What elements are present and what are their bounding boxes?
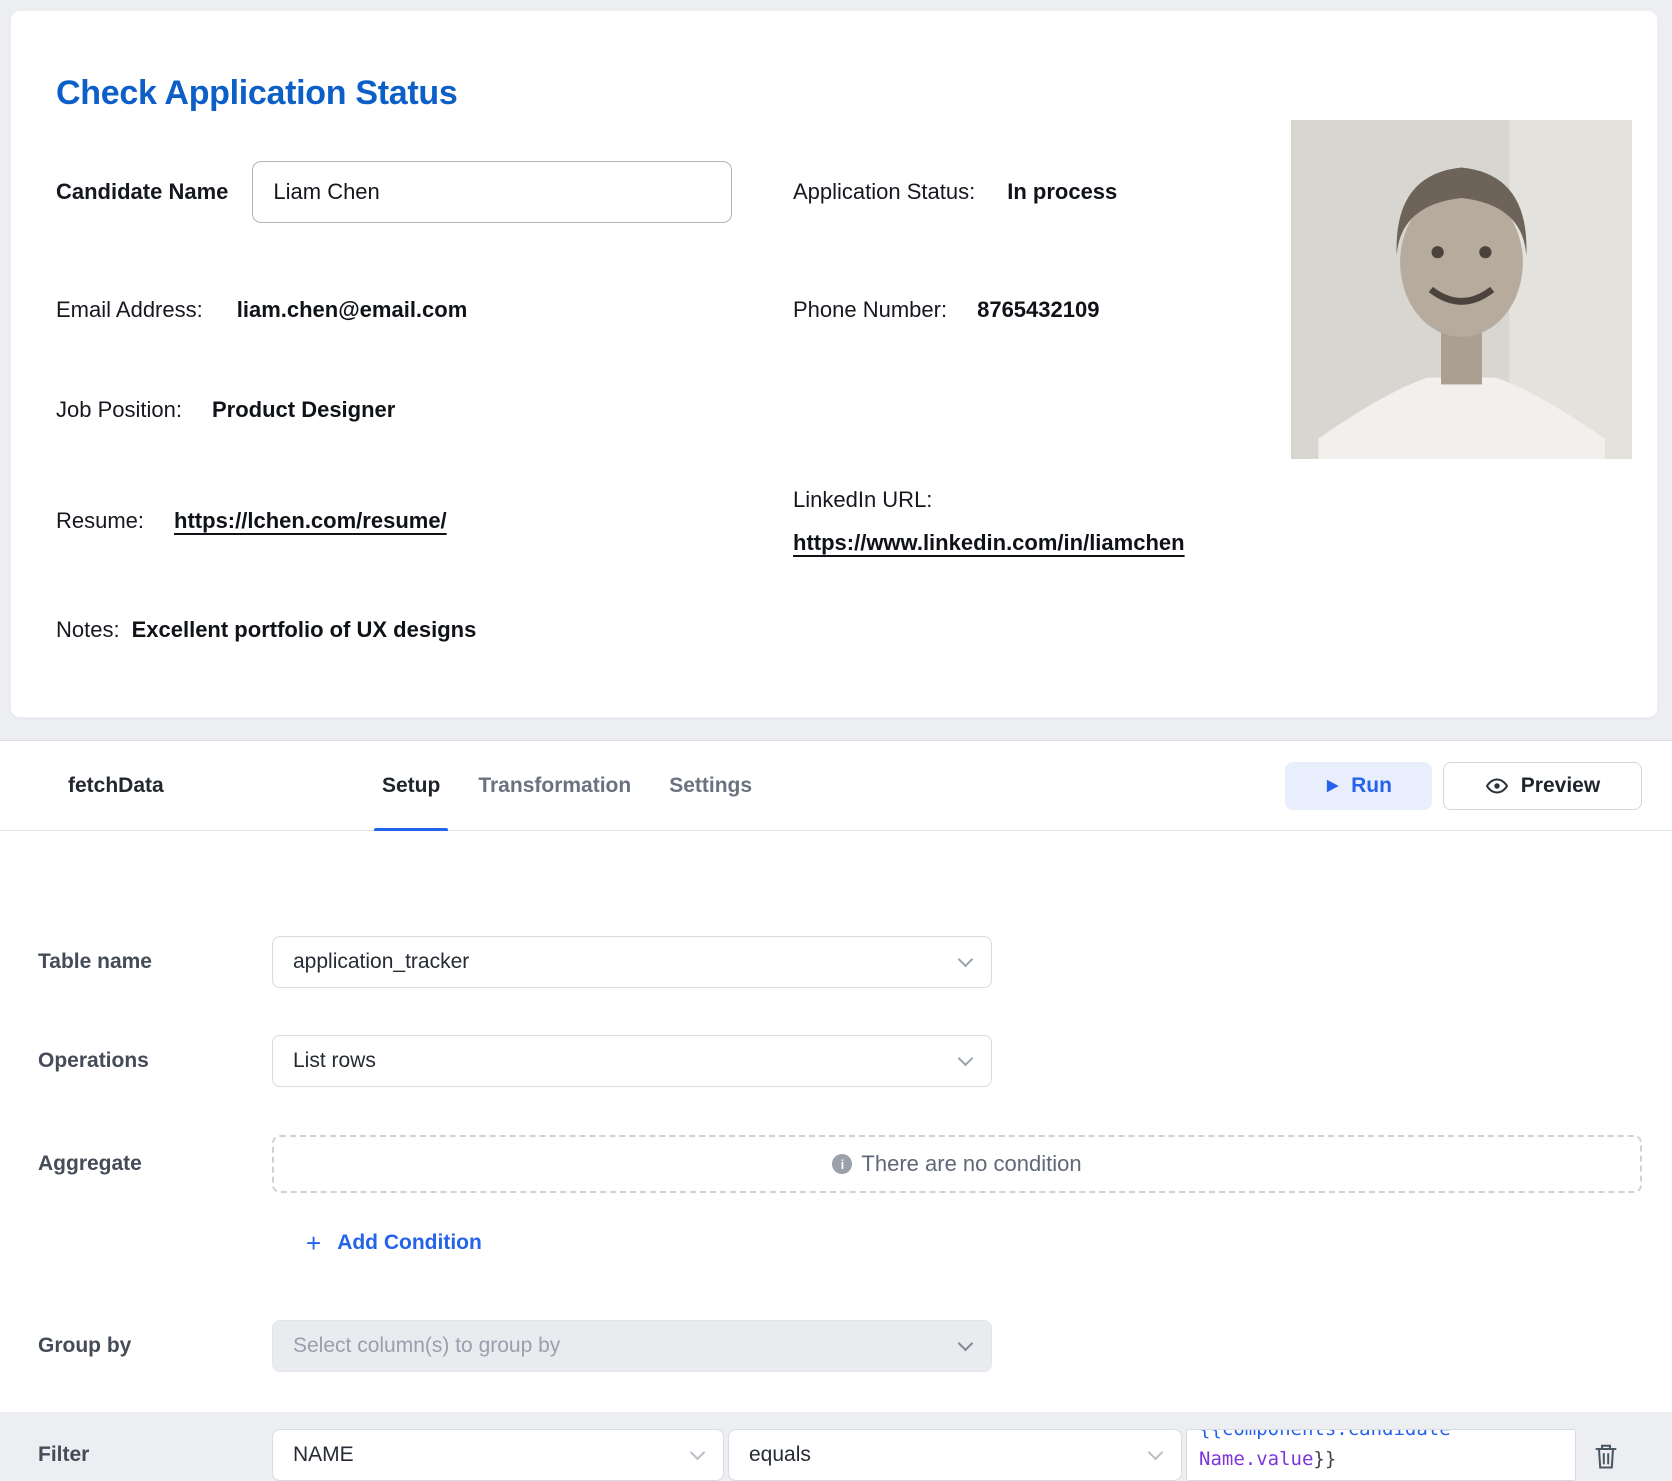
eye-icon (1485, 774, 1509, 798)
resume-link[interactable]: https://lchen.com/resume/ (174, 508, 447, 534)
filter-operator-select[interactable]: equals (728, 1429, 1182, 1481)
phone-label: Phone Number: (793, 297, 947, 323)
filter-value-code-editor[interactable]: {{components.candidate Name.value}} (1186, 1429, 1576, 1481)
application-status-card: Check Application Status Candidate Name … (10, 10, 1658, 718)
query-header: fetchData Setup Transformation Settings … (0, 741, 1672, 831)
chevron-down-icon (958, 1050, 974, 1066)
application-status-value: In process (1007, 179, 1117, 205)
phone-row: Phone Number: 8765432109 (793, 294, 1099, 326)
resume-label: Resume: (56, 508, 144, 534)
tab-setup[interactable]: Setup (382, 741, 440, 831)
query-setup-form: Table name application_tracker Operation… (0, 831, 1672, 1413)
portrait-placeholder-image (1291, 120, 1632, 459)
phone-value: 8765432109 (977, 297, 1099, 323)
candidate-name-row: Candidate Name (56, 161, 732, 223)
table-name-label: Table name (38, 936, 152, 988)
query-editor-panel: fetchData Setup Transformation Settings … (0, 740, 1672, 1412)
job-position-row: Job Position: Product Designer (56, 394, 395, 426)
chevron-down-icon (1148, 1444, 1164, 1460)
trash-icon (1594, 1443, 1618, 1470)
aggregate-empty-text: There are no condition (861, 1151, 1081, 1177)
email-label: Email Address: (56, 297, 203, 323)
run-button[interactable]: Run (1285, 762, 1432, 810)
linkedin-link[interactable]: https://www.linkedin.com/in/liamchen (793, 530, 1185, 556)
notes-value: Excellent portfolio of UX designs (132, 617, 477, 643)
aggregate-label: Aggregate (38, 1138, 142, 1190)
aggregate-empty-dropzone: i There are no condition (272, 1135, 1642, 1193)
add-condition-button[interactable]: + Add Condition (300, 1227, 488, 1259)
notes-row: Notes: Excellent portfolio of UX designs (56, 614, 476, 646)
group-by-select[interactable]: Select column(s) to group by (272, 1320, 992, 1372)
info-icon: i (832, 1154, 852, 1174)
candidate-photo (1291, 120, 1632, 459)
operations-label: Operations (38, 1035, 149, 1087)
delete-filter-button[interactable] (1592, 1442, 1620, 1470)
job-position-label: Job Position: (56, 397, 182, 423)
notes-label: Notes: (56, 617, 120, 643)
play-icon (1325, 778, 1340, 794)
linkedin-label: LinkedIn URL: (793, 484, 932, 516)
query-tabs: Setup Transformation Settings (382, 741, 752, 831)
chevron-down-icon (690, 1444, 706, 1460)
email-row: Email Address: liam.chen@email.com (56, 294, 467, 326)
tab-settings[interactable]: Settings (669, 741, 752, 831)
group-by-label: Group by (38, 1320, 131, 1372)
filter-value-code: {{components.candidate Name.value}} (1187, 1429, 1575, 1474)
table-name-select[interactable]: application_tracker (272, 936, 992, 988)
job-position-value: Product Designer (212, 397, 395, 423)
operations-select[interactable]: List rows (272, 1035, 992, 1087)
resume-row: Resume: https://lchen.com/resume/ (56, 505, 447, 537)
filter-label: Filter (38, 1429, 89, 1481)
tab-transformation[interactable]: Transformation (478, 741, 631, 831)
chevron-down-icon (958, 951, 974, 967)
page-title: Check Application Status (56, 74, 458, 113)
application-status-label: Application Status: (793, 179, 975, 205)
application-status-row: Application Status: In process (793, 161, 1117, 223)
query-name: fetchData (68, 741, 164, 831)
candidate-name-input[interactable] (252, 161, 732, 223)
plus-icon: + (306, 1230, 321, 1256)
candidate-name-label: Candidate Name (56, 179, 228, 205)
email-value: liam.chen@email.com (237, 297, 468, 323)
preview-button[interactable]: Preview (1443, 762, 1642, 810)
filter-column-select[interactable]: NAME (272, 1429, 724, 1481)
chevron-down-icon (958, 1335, 974, 1351)
linkedin-row: https://www.linkedin.com/in/liamchen (793, 527, 1185, 559)
